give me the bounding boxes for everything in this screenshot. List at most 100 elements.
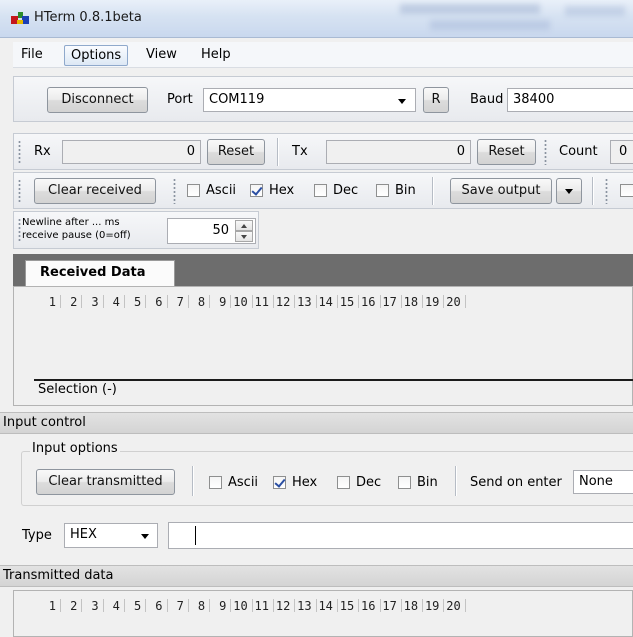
bin-checkbox[interactable] (376, 184, 389, 197)
toolbar-grip[interactable] (18, 218, 21, 242)
ascii-checkbox[interactable] (187, 184, 200, 197)
clear-transmitted-button[interactable]: Clear transmitted (36, 469, 175, 495)
separator (455, 466, 456, 496)
type-label: Type (22, 528, 52, 543)
caret-down-icon (241, 235, 247, 239)
received-column-number: 3 (91, 295, 99, 309)
received-column-number: 8 (197, 295, 206, 309)
transmitted-column-number: 1 (48, 599, 56, 613)
received-column-divider (464, 295, 466, 308)
window-title: HTerm 0.8.1beta (34, 10, 142, 25)
toolbar-grip[interactable] (18, 179, 21, 202)
transmitted-column-number: 11 (254, 599, 269, 613)
blurred-background (400, 4, 540, 14)
spin-down-button[interactable] (235, 231, 253, 242)
received-column-number: 13 (297, 295, 312, 309)
save-options-button[interactable] (556, 178, 582, 204)
received-column-number: 4 (112, 295, 120, 309)
menu-help[interactable]: Help (195, 45, 237, 66)
transmitted-data-header: Transmitted data (0, 565, 633, 587)
refresh-ports-button[interactable]: R (423, 87, 449, 113)
checkbox[interactable] (620, 184, 633, 197)
dec-label: Dec (333, 183, 359, 198)
ascii-label: Ascii (206, 183, 237, 198)
input-hex-checkbox[interactable] (273, 476, 286, 489)
receive-toolbar: Clear received Ascii Hex Dec Bin Save ou… (13, 172, 633, 209)
input-bin-label: Bin (417, 475, 438, 490)
menu-options[interactable]: Options (64, 45, 129, 66)
rx-value: 0 (186, 144, 195, 159)
transmitted-column-number: 3 (91, 599, 99, 613)
hex-checkbox[interactable] (250, 184, 263, 197)
received-column-number: 14 (318, 295, 333, 309)
menu-bar: File Options View Help (13, 42, 633, 68)
transmitted-column-number: 8 (197, 599, 206, 613)
chevron-down-icon (141, 534, 149, 539)
received-data-view[interactable]: 1 2 3 4 5 6 7 8 9 10 11 12 13 14 15 16 17 18 19 20 Selectio… (13, 286, 633, 406)
tx-reset-button[interactable]: Reset (477, 139, 536, 165)
input-dec-label: Dec (356, 475, 382, 490)
received-column-number: 7 (176, 295, 184, 309)
caret-up-icon (241, 224, 247, 228)
toolbar-grip[interactable] (544, 139, 547, 165)
received-column-number: 9 (219, 295, 227, 309)
input-control-header: Input control (0, 412, 633, 434)
received-column-number: 16 (361, 295, 376, 309)
transmitted-column-divider (464, 599, 466, 612)
newline-spinner[interactable]: 50 (167, 218, 256, 244)
received-column-number: 20 (446, 295, 461, 309)
title-bar[interactable]: HTerm 0.8.1beta (0, 0, 633, 38)
input-hex-label: Hex (292, 475, 318, 490)
newline-value: 50 (212, 223, 229, 238)
received-column-number: 15 (339, 295, 355, 309)
hex-label: Hex (269, 183, 295, 198)
separator (592, 177, 593, 205)
save-output-button[interactable]: Save output (450, 178, 552, 204)
received-column-number: 5 (133, 295, 142, 309)
transmit-input[interactable] (168, 522, 633, 549)
type-value: HEX (70, 527, 97, 542)
toolbar-grip[interactable] (18, 140, 21, 163)
transmitted-column-number: 17 (382, 599, 397, 613)
toolbar-grip[interactable] (605, 178, 608, 204)
transmitted-data-view[interactable]: 1 2 3 4 5 6 7 8 9 10 11 12 13 14 15 16 17 18 19 20 (13, 590, 633, 637)
separator (192, 466, 193, 496)
selection-divider (34, 379, 633, 381)
transmitted-column-number: 20 (446, 599, 461, 613)
input-options-title: Input options (30, 441, 120, 456)
transmitted-column-number: 18 (403, 599, 419, 613)
rx-reset-button[interactable]: Reset (207, 139, 265, 165)
separator (277, 138, 278, 166)
toolbar-grip[interactable] (173, 178, 176, 204)
input-ascii-checkbox[interactable] (209, 476, 222, 489)
input-bin-checkbox[interactable] (398, 476, 411, 489)
received-column-number: 18 (403, 295, 419, 309)
received-column-number: 19 (424, 295, 440, 309)
blurred-background (565, 6, 625, 16)
bin-label: Bin (395, 183, 416, 198)
transmitted-column-number: 4 (112, 599, 120, 613)
port-select[interactable]: COM119 (203, 88, 416, 112)
count-label: Count (559, 144, 598, 159)
type-select[interactable]: HEX (64, 523, 158, 548)
transmitted-column-number: 12 (275, 599, 291, 613)
received-column-number: 1 (48, 295, 56, 309)
input-dec-checkbox[interactable] (337, 476, 350, 489)
baud-select[interactable]: 38400 (507, 88, 633, 112)
menu-file[interactable]: File (15, 45, 49, 66)
disconnect-button[interactable]: Disconnect (47, 87, 148, 113)
transmitted-column-number: 19 (424, 599, 440, 613)
transmitted-column-number: 6 (155, 599, 163, 613)
baud-value: 38400 (513, 92, 555, 107)
connection-toolbar: Disconnect Port COM119 R Baud 38400 (13, 76, 633, 122)
clear-received-button[interactable]: Clear received (34, 178, 156, 204)
dec-checkbox[interactable] (314, 184, 327, 197)
received-tab-strip: Received Data (13, 254, 633, 286)
text-cursor (195, 526, 196, 545)
port-label: Port (167, 92, 193, 107)
tx-counter: 0 (326, 140, 471, 164)
menu-view[interactable]: View (140, 45, 183, 66)
send-on-enter-select[interactable]: None (573, 470, 633, 494)
spin-up-button[interactable] (235, 220, 253, 231)
tab-received-data[interactable]: Received Data (25, 260, 175, 286)
